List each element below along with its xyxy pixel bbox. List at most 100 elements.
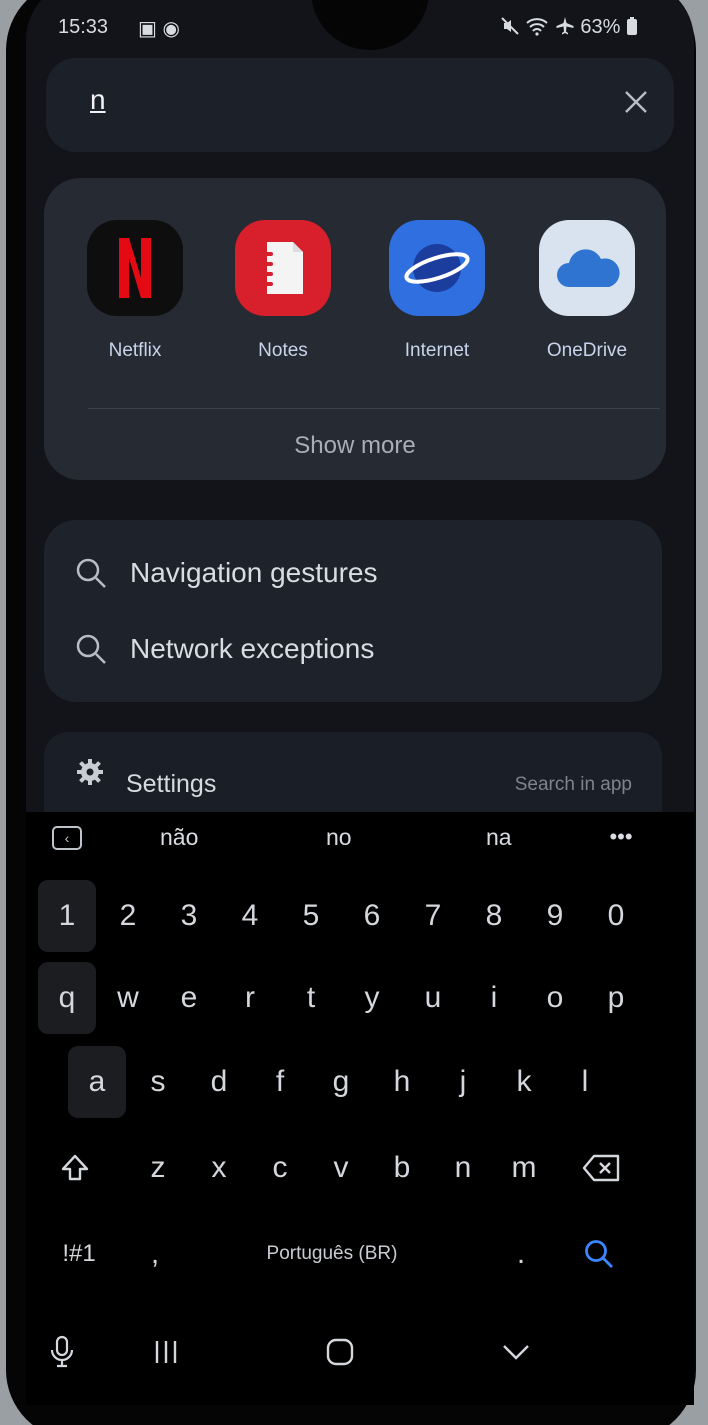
key-n[interactable]: n (434, 1132, 492, 1204)
search-icon (585, 1240, 613, 1268)
app-netflix[interactable]: Netflix (80, 200, 190, 370)
key-c[interactable]: c (251, 1132, 309, 1204)
battery-percent: 63% (580, 16, 621, 38)
result-network-exceptions[interactable]: Network exceptions (74, 624, 374, 674)
key-o[interactable]: o (526, 962, 584, 1034)
notification-icons: ▣ ◉ (138, 18, 180, 40)
key-0[interactable]: 0 (587, 880, 645, 952)
app-notes[interactable]: Notes (228, 200, 338, 370)
backspace-icon (582, 1154, 620, 1182)
gear-icon (77, 759, 103, 785)
suggestion-no[interactable]: no (326, 824, 352, 851)
backspace-key[interactable] (572, 1132, 630, 1204)
app-label: OneDrive (546, 340, 628, 361)
wifi-icon (526, 18, 548, 36)
settings-results-card: Navigation gestures Network exceptions (44, 520, 662, 702)
shift-key[interactable] (46, 1132, 104, 1204)
result-label: Navigation gestures (130, 557, 378, 588)
result-navigation-gestures[interactable]: Navigation gestures (74, 548, 377, 598)
key-9[interactable]: 9 (526, 880, 584, 952)
key-k[interactable]: k (495, 1046, 553, 1118)
key-w[interactable]: w (99, 962, 157, 1034)
key-e[interactable]: e (160, 962, 218, 1034)
app-internet[interactable]: Internet (382, 200, 492, 370)
key-1[interactable]: 1 (38, 880, 96, 952)
key-u[interactable]: u (404, 962, 462, 1034)
keyboard: 1 2 3 4 5 6 7 8 9 0 q w e r t y u i o p … (26, 866, 694, 1316)
search-in-app-link[interactable]: Search in app (515, 774, 632, 796)
apps-results-card: Netflix Notes Internet OneDrive Show mor… (44, 178, 666, 480)
clear-search-button[interactable] (614, 80, 658, 128)
settings-app-row[interactable]: Settings Search in app (44, 732, 662, 812)
voice-input-button[interactable] (36, 1326, 88, 1378)
collapse-toolbar-button[interactable]: ‹ (52, 826, 82, 850)
comma-key[interactable]: , (126, 1218, 184, 1290)
home-button[interactable] (314, 1326, 366, 1378)
show-more-button[interactable]: Show more (44, 432, 666, 460)
key-l[interactable]: l (556, 1046, 614, 1118)
key-z[interactable]: z (129, 1132, 187, 1204)
app-label: Netflix (108, 340, 162, 361)
status-right: 63% (500, 16, 638, 39)
notes-icon (235, 220, 331, 316)
mute-icon (501, 17, 519, 35)
screen: 15:33 ▣ ◉ 63% n Netflix Notes Internet O… (26, 0, 694, 1405)
search-field[interactable]: n (46, 58, 674, 152)
symbols-key[interactable]: !#1 (50, 1218, 108, 1290)
space-key[interactable]: Português (BR) (202, 1218, 462, 1290)
battery-icon (627, 17, 637, 35)
key-g[interactable]: g (312, 1046, 370, 1118)
key-i[interactable]: i (465, 962, 523, 1034)
key-b[interactable]: b (373, 1132, 431, 1204)
key-3[interactable]: 3 (160, 880, 218, 952)
search-key[interactable] (570, 1218, 628, 1290)
key-s[interactable]: s (129, 1046, 187, 1118)
status-time: 15:33 (58, 16, 109, 38)
key-x[interactable]: x (190, 1132, 248, 1204)
chevron-down-icon (503, 1345, 529, 1360)
more-options-button[interactable]: ••• (600, 826, 642, 854)
key-7[interactable]: 7 (404, 880, 462, 952)
home-icon (326, 1338, 354, 1366)
suggestion-nao[interactable]: não (160, 824, 198, 851)
internet-icon (389, 220, 485, 316)
key-q[interactable]: q (38, 962, 96, 1034)
airplane-icon (556, 17, 574, 35)
key-y[interactable]: y (343, 962, 401, 1034)
key-f[interactable]: f (251, 1046, 309, 1118)
key-m[interactable]: m (495, 1132, 553, 1204)
search-input[interactable]: n (90, 84, 106, 116)
recent-apps-icon (155, 1341, 177, 1363)
microphone-icon (50, 1335, 74, 1368)
status-bar: 15:33 ▣ ◉ 63% (58, 16, 638, 44)
settings-label: Settings (126, 770, 217, 798)
key-v[interactable]: v (312, 1132, 370, 1204)
key-5[interactable]: 5 (282, 880, 340, 952)
app-onedrive[interactable]: OneDrive (532, 200, 642, 370)
search-icon (76, 634, 106, 664)
key-6[interactable]: 6 (343, 880, 401, 952)
close-icon (625, 91, 647, 113)
app-label: Notes (258, 340, 308, 361)
search-icon (76, 558, 106, 588)
key-8[interactable]: 8 (465, 880, 523, 952)
key-a[interactable]: a (68, 1046, 126, 1118)
key-h[interactable]: h (373, 1046, 431, 1118)
hide-keyboard-button[interactable] (490, 1326, 542, 1378)
onedrive-icon (539, 220, 635, 316)
key-p[interactable]: p (587, 962, 645, 1034)
divider (88, 408, 660, 409)
key-2[interactable]: 2 (99, 880, 157, 952)
key-r[interactable]: r (221, 962, 279, 1034)
navigation-bar (26, 1316, 694, 1405)
suggestion-na[interactable]: na (486, 824, 512, 851)
key-j[interactable]: j (434, 1046, 492, 1118)
phone-frame: 15:33 ▣ ◉ 63% n Netflix Notes Internet O… (6, 0, 696, 1425)
key-4[interactable]: 4 (221, 880, 279, 952)
recent-apps-button[interactable] (140, 1326, 192, 1378)
key-d[interactable]: d (190, 1046, 248, 1118)
shift-icon (61, 1154, 89, 1181)
period-key[interactable]: . (492, 1218, 550, 1290)
app-label: Internet (404, 340, 470, 361)
key-t[interactable]: t (282, 962, 340, 1034)
